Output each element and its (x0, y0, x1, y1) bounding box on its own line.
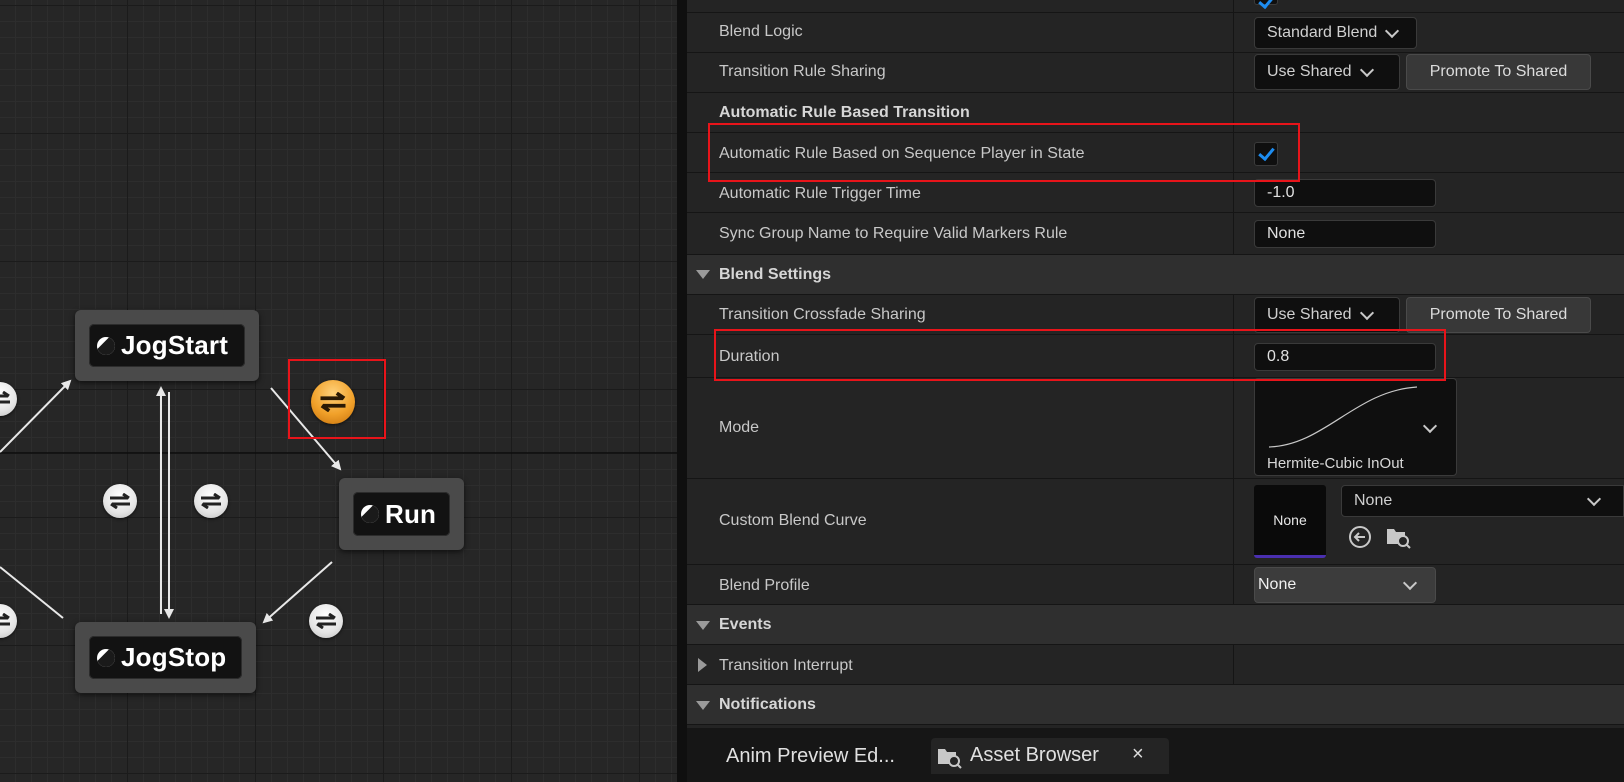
property-row-blend-profile: Blend Profile None (687, 565, 1624, 605)
collapse-triangle-icon (698, 658, 707, 672)
partial-checkbox[interactable] (1254, 0, 1278, 5)
property-label: Transition Interrupt (719, 657, 853, 674)
dropdown-value: None (1354, 492, 1393, 509)
selected-transition-rule-icon[interactable] (311, 380, 355, 424)
expand-triangle-icon (696, 621, 710, 630)
property-label: Automatic Rule Trigger Time (719, 185, 921, 202)
duration-input[interactable]: 0.8 (1254, 343, 1436, 371)
property-row-custom-blend-curve: Custom Blend Curve None None (687, 479, 1624, 565)
transition-rule-icon[interactable] (309, 604, 343, 638)
tab-label: Anim Preview Ed... (726, 744, 895, 767)
details-panel: Blend Logic Standard Blend Transition Ru… (687, 0, 1624, 728)
state-label: Run (385, 498, 437, 529)
asset-browser-icon (938, 749, 962, 769)
chevron-down-icon (1359, 62, 1374, 77)
dropdown-value: Use Shared (1267, 306, 1352, 323)
chevron-down-icon (1586, 491, 1602, 506)
blend-logic-dropdown[interactable]: Standard Blend (1254, 17, 1417, 49)
category-label: Notifications (719, 696, 816, 713)
property-label: Transition Crossfade Sharing (719, 306, 926, 323)
tab-anim-preview-editor[interactable]: Anim Preview Ed... (687, 738, 927, 774)
chevron-down-icon (1385, 23, 1400, 38)
transition-rule-sharing-dropdown[interactable]: Use Shared (1254, 54, 1400, 90)
property-row-duration: Duration 0.8 (687, 335, 1624, 378)
tab-asset-browser[interactable]: Asset Browser × (931, 738, 1169, 774)
state-node-jogstop[interactable]: JogStop (75, 622, 256, 693)
trigger-time-input[interactable]: -1.0 (1254, 179, 1436, 207)
property-label: Sync Group Name to Require Valid Markers… (719, 225, 1068, 242)
sync-group-input[interactable]: None (1254, 220, 1436, 248)
state-icon (97, 336, 115, 355)
property-label: Mode (719, 419, 760, 436)
category-label: Events (719, 616, 772, 633)
category-blend-settings[interactable]: Blend Settings (687, 255, 1624, 295)
subcategory-label: Automatic Rule Based Transition (719, 104, 970, 121)
property-label: Blend Profile (719, 577, 810, 594)
state-machine-graph[interactable]: JogStart Run JogStop (0, 0, 677, 782)
dropdown-value: None (1258, 576, 1297, 593)
blend-profile-dropdown[interactable]: None (1254, 567, 1436, 603)
chevron-down-icon (1359, 305, 1374, 320)
subcategory-automatic-rule: Automatic Rule Based Transition (687, 93, 1624, 133)
property-row-trigger-time: Automatic Rule Trigger Time -1.0 (687, 173, 1624, 213)
property-label: Blend Logic (719, 23, 803, 40)
chevron-down-icon (1402, 575, 1418, 590)
mode-curve-dropdown[interactable]: Hermite-Cubic InOut (1254, 378, 1457, 476)
category-label: Blend Settings (719, 266, 832, 283)
promote-to-shared-button[interactable]: Promote To Shared (1406, 54, 1591, 90)
state-label: JogStop (121, 642, 227, 672)
property-row-transition-interrupt[interactable]: Transition Interrupt (687, 645, 1624, 685)
dropdown-value: Use Shared (1267, 63, 1352, 80)
browse-asset-icon[interactable] (1385, 525, 1411, 549)
property-label: Automatic Rule Based on Sequence Player … (719, 145, 1085, 162)
state-node-run[interactable]: Run (339, 478, 464, 550)
transition-rule-icon[interactable] (103, 484, 137, 518)
property-row-sync-group: Sync Group Name to Require Valid Markers… (687, 213, 1624, 255)
property-row-partial (687, 0, 1624, 13)
property-row-transition-rule-sharing: Transition Rule Sharing Use Shared Promo… (687, 53, 1624, 93)
expand-triangle-icon (696, 270, 710, 279)
transition-rule-icon[interactable] (194, 484, 228, 518)
crossfade-sharing-dropdown[interactable]: Use Shared (1254, 297, 1400, 333)
tab-label: Asset Browser (970, 744, 1099, 766)
expand-triangle-icon (696, 701, 710, 710)
bottom-tab-bar: Anim Preview Ed... Asset Browser × (687, 728, 1624, 782)
property-label: Duration (719, 348, 780, 365)
curve-asset-thumbnail[interactable]: None (1254, 485, 1326, 558)
property-label: Custom Blend Curve (719, 512, 867, 529)
dropdown-value: Standard Blend (1267, 24, 1378, 41)
property-row-automatic-rule: Automatic Rule Based on Sequence Player … (687, 133, 1624, 173)
category-events[interactable]: Events (687, 605, 1624, 645)
close-icon[interactable]: × (1132, 743, 1144, 766)
property-row-blend-logic: Blend Logic Standard Blend (687, 13, 1624, 53)
state-label: JogStart (121, 330, 229, 360)
mode-value: Hermite-Cubic InOut (1267, 455, 1404, 472)
promote-to-shared-button[interactable]: Promote To Shared (1406, 297, 1591, 333)
automatic-rule-checkbox[interactable] (1254, 142, 1278, 166)
use-selected-asset-icon[interactable] (1348, 525, 1372, 549)
property-row-mode: Mode Hermite-Cubic InOut (687, 378, 1624, 479)
state-icon (361, 505, 379, 523)
state-node-jogstart[interactable]: JogStart (75, 310, 259, 381)
state-icon (97, 648, 115, 667)
panel-splitter[interactable] (677, 0, 687, 782)
custom-blend-curve-dropdown[interactable]: None (1341, 485, 1624, 517)
property-row-crossfade-sharing: Transition Crossfade Sharing Use Shared … (687, 295, 1624, 335)
category-notifications[interactable]: Notifications (687, 685, 1624, 725)
property-label: Transition Rule Sharing (719, 63, 886, 80)
